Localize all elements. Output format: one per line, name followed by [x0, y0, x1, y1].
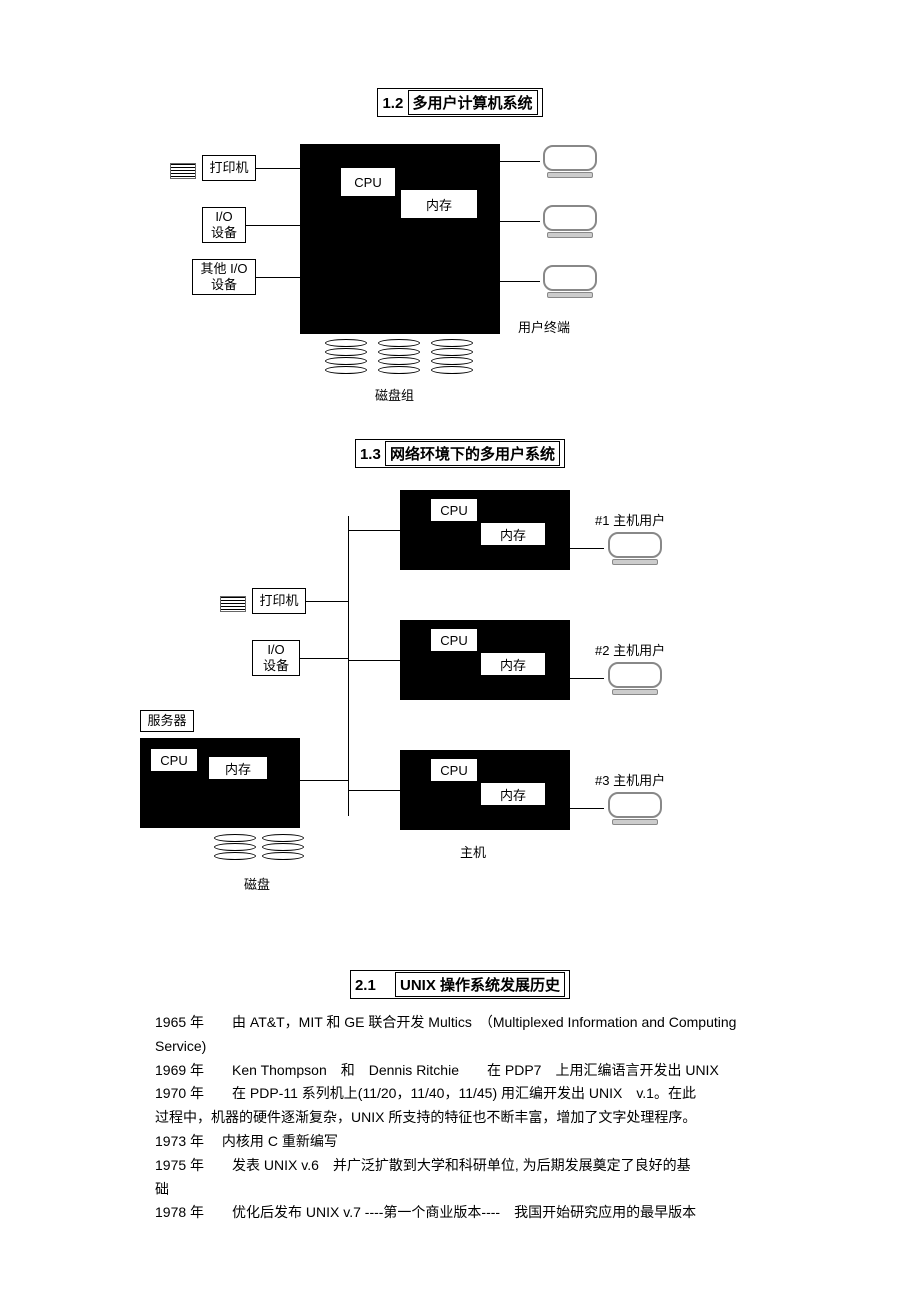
diagram-1-3: CPU 内存 #1 主机用户 CPU 内存 #2 主机用户 CPU 内存 #3 …	[140, 480, 760, 940]
host3-mem: 内存	[480, 782, 546, 806]
server-disk-1	[214, 834, 256, 876]
hist-line-last: 1978 年 优化后发布 UNIX v.7 ----第一个商业版本---- 我国…	[155, 1201, 855, 1225]
printer-icon-13	[220, 596, 244, 610]
host3-cpu: CPU	[430, 758, 478, 782]
printer-icon	[170, 163, 194, 177]
otherio-box: 其他 I/O 设备	[192, 259, 256, 295]
history-text: 1965 年 由 AT&T，MIT 和 GE 联合开发 Multics （Mul…	[155, 1011, 855, 1225]
server-disk-label: 磁盘	[244, 874, 270, 893]
h1-conn	[348, 530, 400, 531]
server-box: 服务器	[140, 710, 194, 732]
section-2-1-title: 2.1 UNIX 操作系统发展历史	[40, 970, 880, 999]
sec-num-13: 1.3	[360, 446, 381, 463]
host2-label: #2 主机用户	[595, 640, 665, 659]
host3-term	[605, 792, 665, 832]
host-block	[300, 144, 500, 334]
sec-num: 1.2	[382, 95, 403, 112]
disk-2	[378, 339, 420, 381]
io-line-13	[300, 658, 348, 659]
server-disk-2	[262, 834, 304, 876]
disk-1	[325, 339, 367, 381]
cpu-box: CPU	[340, 167, 396, 197]
hist-line: 1973 年 内核用 C 重新编写	[155, 1130, 855, 1154]
hist-line: Service)	[155, 1035, 855, 1059]
hist-line: 1965 年 由 AT&T，MIT 和 GE 联合开发 Multics （Mul…	[155, 1011, 855, 1035]
server-mem: 内存	[208, 756, 268, 780]
sec-num-21: 2.1	[355, 977, 376, 994]
host2-cpu: CPU	[430, 628, 478, 652]
host1-label: #1 主机用户	[595, 510, 665, 529]
section-1-3-title: 1.3 网络环境下的多用户系统	[40, 439, 880, 468]
terminal-2	[540, 205, 600, 245]
io-box-13: I/O 设备	[252, 640, 300, 676]
host2-mem: 内存	[480, 652, 546, 676]
terminal-3	[540, 265, 600, 305]
memory-box: 内存	[400, 189, 478, 219]
host3-label: #3 主机用户	[595, 770, 665, 789]
server-conn	[300, 780, 348, 781]
disk-3	[431, 339, 473, 381]
h2-term-line	[570, 678, 604, 679]
hosts-label: 主机	[460, 842, 486, 861]
hist-line: 1975 年 发表 UNIX v.6 并广泛扩散到大学和科研单位, 为后期发展奠…	[155, 1154, 855, 1178]
term-line-1	[500, 161, 540, 162]
host1-mem: 内存	[480, 522, 546, 546]
sec-text: 多用户计算机系统	[408, 90, 538, 115]
otherio-line	[256, 277, 300, 278]
host1-term	[605, 532, 665, 572]
diagram-1-2: CPU 内存 打印机 I/O 设备 其他 I/O 设备 用户终端 磁盘组	[170, 129, 690, 409]
terminal-1	[540, 145, 600, 185]
printer-box-13: 打印机	[252, 588, 306, 614]
user-terminal-label: 用户终端	[518, 317, 570, 336]
sec-text-21: UNIX 操作系统发展历史	[395, 972, 565, 997]
hist-line: 1970 年 在 PDP-11 系列机上(11/20，11/40，11/45) …	[155, 1082, 855, 1106]
hist-line: 过程中，机器的硬件逐渐复杂，UNIX 所支持的特征也不断丰富，增加了文字处理程序…	[155, 1106, 855, 1130]
h2-conn	[348, 660, 400, 661]
host2-term	[605, 662, 665, 702]
host1-cpu: CPU	[430, 498, 478, 522]
diskgroup-label: 磁盘组	[375, 385, 414, 404]
section-1-2-title: 1.2 多用户计算机系统	[40, 88, 880, 117]
server-cpu: CPU	[150, 748, 198, 772]
backbone	[348, 516, 349, 816]
printer-line-13	[306, 601, 348, 602]
h1-term-line	[570, 548, 604, 549]
io-box: I/O 设备	[202, 207, 246, 243]
sec-text-13: 网络环境下的多用户系统	[385, 441, 560, 466]
printer-line	[256, 168, 300, 169]
term-line-2	[500, 221, 540, 222]
h3-term-line	[570, 808, 604, 809]
h3-conn	[348, 790, 400, 791]
term-line-3	[500, 281, 540, 282]
io-line	[246, 225, 300, 226]
printer-label-box: 打印机	[202, 155, 256, 181]
hist-line-out: 础	[155, 1178, 855, 1202]
hist-line: 1969 年 Ken Thompson 和 Dennis Ritchie 在 P…	[155, 1059, 855, 1083]
